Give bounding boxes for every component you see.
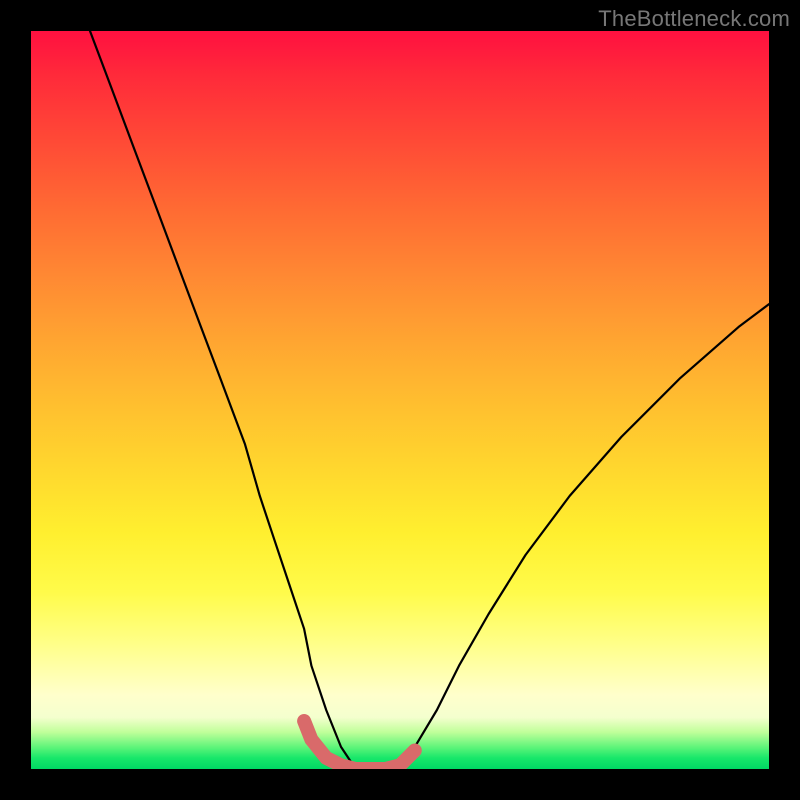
bottleneck-curve [90, 31, 769, 769]
plot-area [31, 31, 769, 769]
curve-layer [31, 31, 769, 769]
watermark-text: TheBottleneck.com [598, 6, 790, 32]
chart-frame: TheBottleneck.com [0, 0, 800, 800]
valley-highlight [304, 721, 415, 769]
